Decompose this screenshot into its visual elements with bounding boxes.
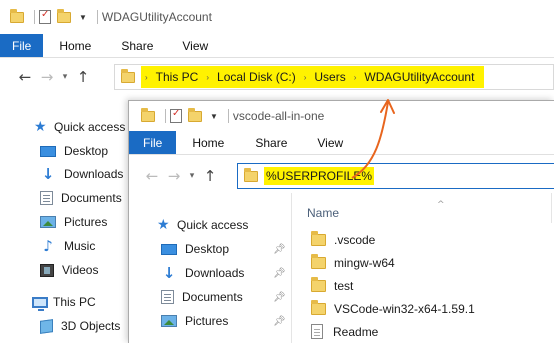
column-header-label: Name [307,206,340,220]
pictures-icon [40,216,56,228]
file-name: test [334,279,354,293]
star-icon: ★ [157,217,170,233]
file-name: .vscode [334,233,376,247]
nav-item-pictures[interactable]: Pictures [40,215,107,229]
desktop-icon [161,243,177,255]
file-row[interactable]: .vscode [311,231,376,247]
download-icon: ↓ [162,264,176,282]
address-bar[interactable]: › This PC › Local Disk (C:) › Users › WD… [114,64,554,90]
nav-item-videos[interactable]: Videos [40,263,98,277]
breadcrumb-users[interactable]: Users [312,68,347,86]
tab-view[interactable]: View [167,34,223,57]
nav-item-label: Music [64,239,96,253]
column-divider[interactable] [551,193,552,223]
nav-quick-access-label: Quick access [54,120,126,134]
chevron-right-icon[interactable]: › [354,73,357,82]
pin-icon[interactable]: 📌︎ [273,244,286,255]
breadcrumb: › This PC › Local Disk (C:) › Users › WD… [141,66,485,88]
nav-item-documents[interactable]: Documents [40,191,122,205]
nav-item-label: Downloads [64,167,124,181]
nav-item-label: Videos [62,263,99,277]
music-icon: ♪ [43,237,53,255]
pane-divider[interactable] [291,193,292,343]
videos-icon [40,263,54,277]
folder-icon [311,277,326,292]
file-row[interactable]: test [311,277,354,293]
nav-item-documents[interactable]: Documents [161,290,243,304]
nav-this-pc-label: This PC [53,295,96,309]
pin-icon[interactable]: 📌︎ [273,316,286,327]
pictures-icon [161,315,177,327]
nav-item-3d-objects[interactable]: 3D Objects [40,318,121,334]
navigation-pane: ★ Quick access Desktop 📌︎ ↓ Downloads 📌︎… [129,101,289,343]
desktop-icon [40,145,56,157]
documents-icon [40,191,53,205]
column-header-name[interactable]: Name ^ [307,200,553,224]
chevron-right-icon[interactable]: › [304,73,307,82]
nav-item-label: Desktop [185,242,230,256]
file-name: VSCode-win32-x64-1.59.1 [334,302,475,316]
breadcrumb-local-disk[interactable]: Local Disk (C:) [215,68,298,86]
file-row[interactable]: VSCode-win32-x64-1.59.1 [311,300,475,316]
nav-item-pictures[interactable]: Pictures [161,314,228,328]
file-name: mingw-w64 [334,256,395,270]
nav-item-label: Documents [182,290,243,304]
folder-icon [311,231,326,246]
pin-icon[interactable]: 📌︎ [273,292,286,303]
file-list: Name ^ .vscode mingw-w64 test VSCode-win… [301,193,554,343]
breadcrumb-wdag[interactable]: WDAGUtilityAccount [362,68,476,86]
nav-quick-access-label: Quick access [177,218,249,232]
text-file-icon [311,324,323,339]
chevron-right-icon[interactable]: › [206,73,209,82]
nav-item-label: Desktop [64,144,109,158]
nav-item-label: 3D Objects [61,319,121,333]
documents-icon [161,290,174,304]
pin-icon[interactable]: 📌︎ [273,268,286,279]
3d-objects-icon [40,318,53,334]
computer-icon [32,296,48,311]
nav-item-desktop[interactable]: Desktop [161,242,229,256]
breadcrumb-this-pc[interactable]: This PC [154,68,201,86]
nav-quick-access[interactable]: ★ Quick access [157,218,248,232]
file-row[interactable]: Readme [311,324,378,339]
file-row[interactable]: mingw-w64 [311,254,395,270]
nav-this-pc[interactable]: This PC [32,295,96,311]
nav-quick-access[interactable]: ★ Quick access [34,120,125,134]
navigation-pane: ★ Quick access Desktop ↓ Downloads Docum… [0,0,128,343]
nav-item-downloads[interactable]: ↓ Downloads [161,264,245,282]
nav-item-label: Downloads [185,266,245,280]
nav-item-label: Pictures [64,215,108,229]
file-name: Readme [333,324,379,339]
nav-item-label: Documents [61,191,122,205]
folder-icon [311,300,326,315]
nav-item-label: Pictures [185,314,229,328]
nav-item-downloads[interactable]: ↓ Downloads [40,165,124,183]
tab-view[interactable]: View [302,131,358,154]
star-icon: ★ [34,119,47,135]
folder-icon [311,254,326,269]
sort-chevron-up-icon: ^ [437,200,445,210]
nav-item-music[interactable]: ♪ Music [40,237,96,255]
download-icon: ↓ [41,165,55,183]
nav-item-desktop[interactable]: Desktop [40,144,108,158]
explorer-window-front: ▼ vscode-all-in-one File Home Share View… [128,100,554,343]
chevron-right-icon[interactable]: › [145,73,148,82]
